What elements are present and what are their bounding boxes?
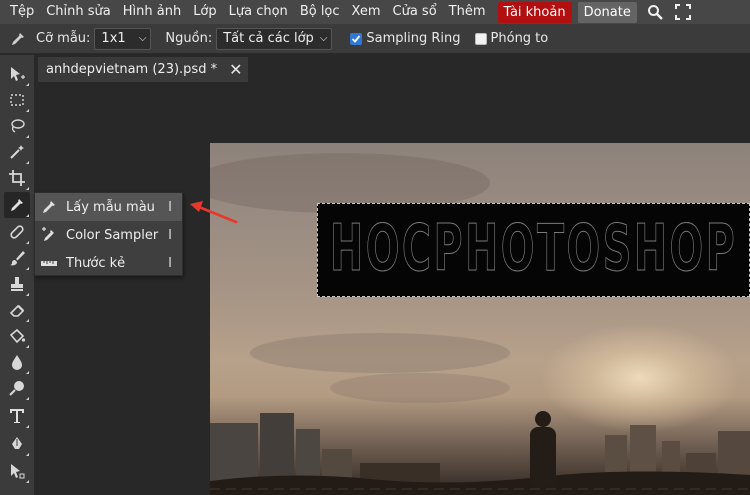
brush-tool-icon[interactable]: [4, 245, 30, 271]
selection-text: HOCPHOTOSHOP: [330, 212, 738, 287]
sample-size-value: 1x1: [101, 30, 126, 46]
chevron-down-icon: ⌵: [319, 32, 328, 44]
stamp-tool-icon[interactable]: [4, 271, 30, 297]
flyout-item-label: Color Sampler: [66, 227, 159, 243]
menu-window[interactable]: Cửa sổ: [387, 0, 443, 24]
image-canvas[interactable]: [210, 143, 750, 495]
sampling-ring-label: Sampling Ring: [366, 31, 461, 46]
eraser-tool-icon[interactable]: [4, 297, 30, 323]
flyout-item-shortcut: I: [168, 255, 172, 271]
text-selection-area[interactable]: HOCPHOTOSHOP: [317, 203, 750, 297]
sample-size-label: Cỡ mẫu:: [36, 31, 91, 46]
city-skyline: [210, 411, 750, 495]
close-icon[interactable]: ✕: [229, 60, 242, 79]
lasso-tool-icon[interactable]: [4, 113, 30, 139]
annotation-arrow-icon: [190, 201, 238, 224]
eyedropper-icon: [41, 199, 57, 215]
flyout-item-shortcut: I: [168, 199, 172, 215]
healing-tool-icon[interactable]: [4, 219, 30, 245]
search-icon[interactable]: [645, 2, 665, 22]
eyedropper-tool-icon[interactable]: [4, 192, 30, 218]
chevron-down-icon: ⌵: [138, 32, 147, 44]
cloud-shape: [330, 373, 510, 403]
tools-panel: [0, 55, 34, 495]
dodge-tool-icon[interactable]: [4, 375, 30, 401]
menu-filter[interactable]: Bộ lọc: [294, 0, 346, 24]
ruler-icon: [41, 255, 57, 271]
eyedropper-flyout-menu: Lấy mẫu màu I Color Sampler I Thước kẻ I: [34, 192, 183, 276]
menu-file[interactable]: Tệp: [4, 0, 40, 24]
options-bar: Cỡ mẫu: 1x1 ⌵ Nguồn: Tất cả các lớp ⌵ Sa…: [0, 24, 750, 54]
flyout-item-shortcut: I: [168, 227, 172, 243]
eyedropper-tool-icon: [10, 31, 26, 47]
flyout-item-eyedropper[interactable]: Lấy mẫu màu I: [35, 193, 182, 221]
menu-image[interactable]: Hình ảnh: [117, 0, 187, 24]
menu-layer[interactable]: Lớp: [187, 0, 222, 24]
cloud-shape: [250, 333, 510, 373]
crop-tool-icon[interactable]: [4, 165, 30, 191]
magic-wand-tool-icon[interactable]: [4, 139, 30, 165]
pen-tool-icon[interactable]: [4, 431, 30, 457]
source-label: Nguồn:: [165, 31, 213, 46]
source-value: Tất cả các lớp: [223, 30, 314, 46]
move-tool-icon[interactable]: [4, 61, 30, 87]
document-tab-title: anhdepvietnam (23).psd *: [46, 62, 218, 77]
path-selection-tool-icon[interactable]: [4, 458, 30, 484]
color-sampler-icon: [41, 227, 57, 243]
menu-more[interactable]: Thêm: [443, 0, 492, 24]
menu-bar: Tệp Chỉnh sửa Hình ảnh Lớp Lựa chọn Bộ l…: [0, 0, 750, 24]
blur-tool-icon[interactable]: [4, 349, 30, 375]
type-tool-icon[interactable]: [4, 403, 30, 429]
account-button[interactable]: Tài khoản: [497, 1, 572, 23]
menu-select[interactable]: Lựa chọn: [223, 0, 294, 24]
zoom-checkbox[interactable]: [474, 32, 487, 45]
menu-edit[interactable]: Chỉnh sửa: [40, 0, 117, 24]
document-tab-strip: anhdepvietnam (23).psd * ✕: [34, 55, 750, 83]
marquee-tool-icon[interactable]: [4, 87, 30, 113]
flyout-item-label: Lấy mẫu màu: [66, 199, 155, 215]
document-tab[interactable]: anhdepvietnam (23).psd * ✕: [38, 57, 249, 82]
sampling-ring-checkbox[interactable]: [350, 32, 363, 45]
fullscreen-icon[interactable]: [673, 2, 693, 22]
flyout-item-ruler[interactable]: Thước kẻ I: [35, 249, 182, 277]
source-select[interactable]: Tất cả các lớp ⌵: [216, 27, 333, 50]
paint-bucket-tool-icon[interactable]: [4, 323, 30, 349]
flyout-item-color-sampler[interactable]: Color Sampler I: [35, 221, 182, 249]
flyout-item-label: Thước kẻ: [66, 255, 126, 271]
zoom-label: Phóng to: [490, 31, 549, 46]
donate-button[interactable]: Donate: [577, 1, 637, 23]
menu-view[interactable]: Xem: [346, 0, 387, 24]
sample-size-select[interactable]: 1x1 ⌵: [94, 27, 152, 50]
